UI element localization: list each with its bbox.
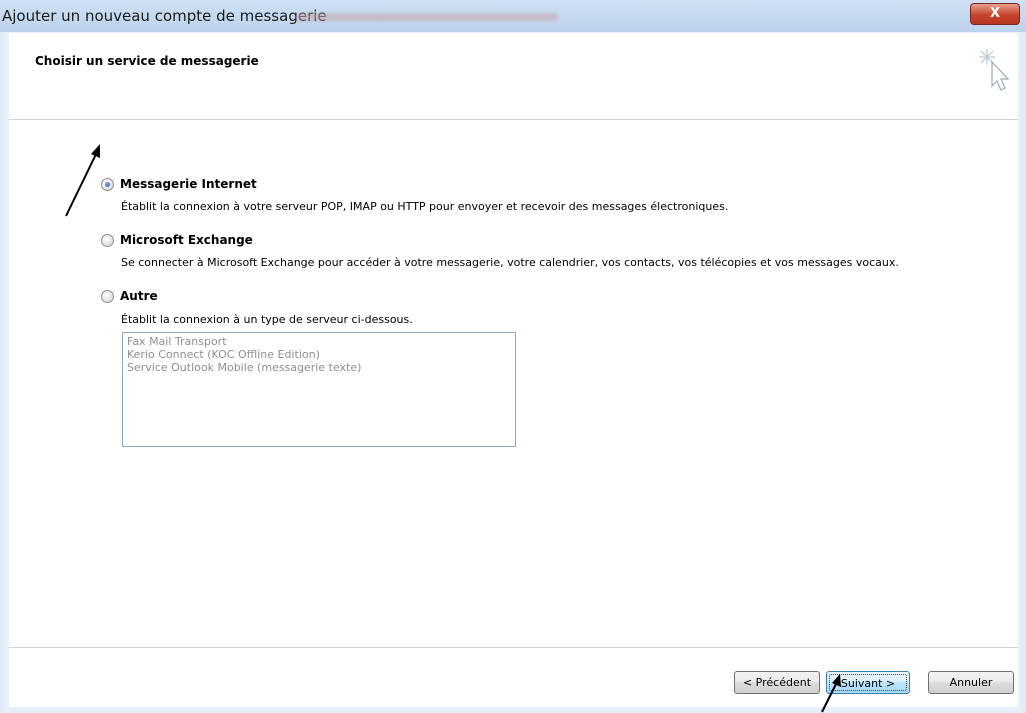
frame-right-border [1018, 32, 1026, 713]
list-item[interactable]: Kerio Connect (KOC Offline Edition) [127, 348, 511, 361]
radio-microsoft-exchange[interactable] [101, 234, 114, 247]
list-item[interactable]: Service Outlook Mobile (messagerie texte… [127, 361, 511, 374]
close-button[interactable]: X [970, 3, 1020, 25]
next-button[interactable]: Suivant > [826, 671, 910, 694]
option-description-messagerie-internet: Établit la connexion à votre serveur POP… [121, 200, 729, 213]
option-label-microsoft-exchange[interactable]: Microsoft Exchange [120, 233, 253, 247]
next-button-label: Suivant > [829, 674, 907, 691]
wizard-header: Choisir un service de messagerie [9, 33, 1018, 120]
wizard-sparkle-cursor-icon [979, 49, 1010, 91]
cancel-button[interactable]: Annuler [928, 671, 1014, 694]
options-panel: Messagerie Internet Établit la connexion… [9, 120, 1018, 647]
server-type-listbox[interactable]: Fax Mail Transport Kerio Connect (KOC Of… [122, 332, 516, 447]
option-description-microsoft-exchange: Se connecter à Microsoft Exchange pour a… [121, 256, 899, 269]
title-bar: Ajouter un nouveau compte de messagerie … [0, 0, 1026, 33]
radio-messagerie-internet[interactable] [101, 178, 114, 191]
blurred-title-suffix [296, 13, 558, 21]
previous-button[interactable]: < Précédent [734, 671, 820, 694]
page-title: Choisir un service de messagerie [35, 54, 259, 68]
option-label-autre[interactable]: Autre [120, 289, 158, 303]
option-label-messagerie-internet[interactable]: Messagerie Internet [120, 177, 257, 191]
window-title: Ajouter un nouveau compte de messagerie [2, 7, 327, 25]
option-description-autre: Établit la connexion à un type de serveu… [121, 313, 413, 326]
radio-autre[interactable] [101, 290, 114, 303]
list-item[interactable]: Fax Mail Transport [127, 335, 511, 348]
wizard-footer: < Précédent Suivant > Annuler [9, 647, 1018, 707]
dialog-content: Choisir un service de messagerie Message… [9, 33, 1018, 707]
frame-left-border [0, 32, 8, 713]
